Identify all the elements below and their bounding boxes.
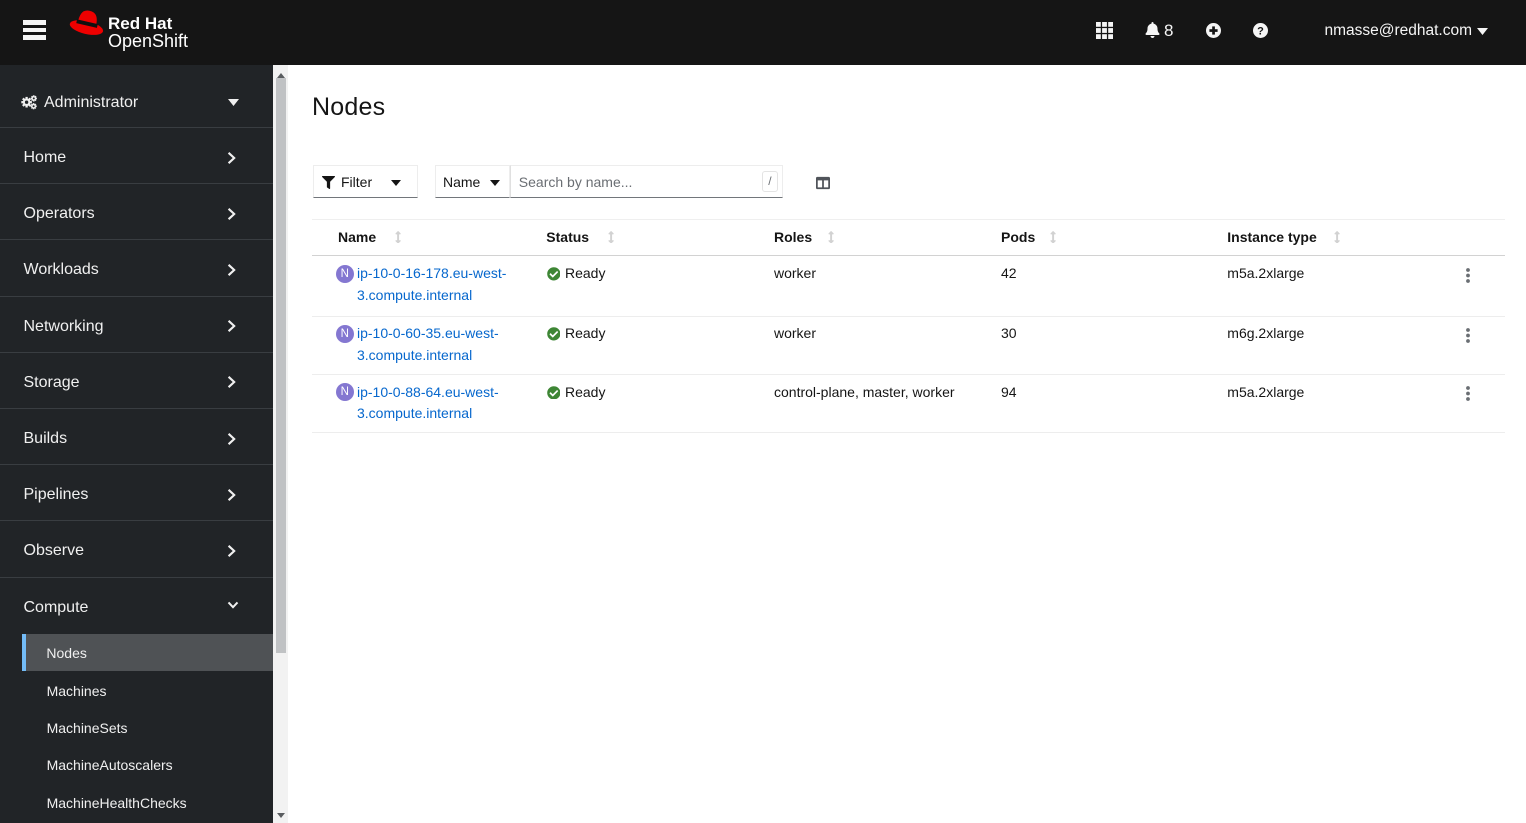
- svg-text:?: ?: [1257, 25, 1264, 37]
